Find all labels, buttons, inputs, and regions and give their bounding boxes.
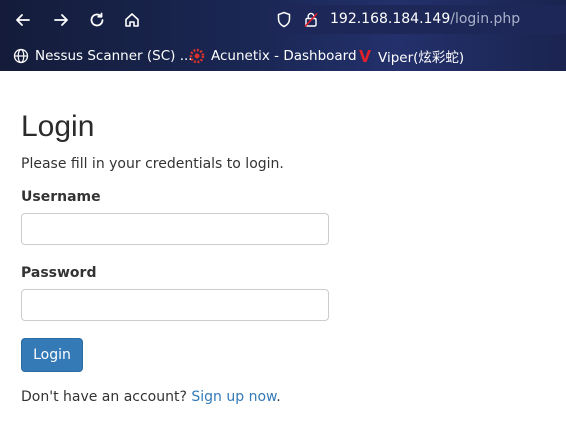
url-text[interactable]: 192.168.184.149/login.php	[330, 11, 520, 27]
bookmarks-bar: Nessus Scanner (SC) ... Acunetix - Dashb…	[0, 42, 566, 68]
home-button[interactable]	[120, 8, 144, 32]
page-title: Login	[21, 110, 95, 143]
signup-prompt: Don't have an account? Sign up now.	[21, 389, 281, 405]
globe-icon	[13, 48, 29, 64]
bookmark-nessus[interactable]: Nessus Scanner (SC) ...	[13, 46, 193, 66]
bookmark-acunetix[interactable]: Acunetix - Dashboard	[189, 46, 357, 66]
viper-icon	[358, 48, 372, 64]
home-icon	[125, 13, 139, 27]
signup-link[interactable]: Sign up now	[191, 389, 276, 405]
shield-icon[interactable]	[276, 11, 292, 28]
reload-icon	[90, 12, 104, 27]
bookmark-label: Viper(炫彩蛇)	[378, 50, 465, 66]
reload-button[interactable]	[85, 8, 109, 32]
password-label: Password	[21, 265, 97, 281]
bookmark-label: Acunetix - Dashboard	[211, 48, 357, 64]
browser-chrome: 192.168.184.149/login.php Nessus Scanner…	[0, 0, 566, 71]
password-input[interactable]	[21, 289, 329, 321]
acunetix-icon	[189, 48, 205, 64]
footer-text: Don't have an account?	[21, 389, 192, 405]
username-label: Username	[21, 189, 101, 205]
url-path: /login.php	[450, 11, 521, 27]
back-button[interactable]	[11, 8, 35, 32]
insecure-lock-icon[interactable]	[303, 11, 319, 28]
bookmark-label: Nessus Scanner (SC) ...	[35, 48, 193, 64]
page-subtitle: Please fill in your credentials to login…	[21, 156, 284, 172]
login-button[interactable]: Login	[21, 338, 83, 372]
arrow-left-icon	[16, 14, 30, 26]
address-bar[interactable]: 192.168.184.149/login.php	[268, 5, 566, 34]
footer-end: .	[276, 389, 281, 405]
url-host: 192.168.184.149	[330, 11, 451, 27]
bookmark-viper[interactable]: Viper(炫彩蛇)	[358, 46, 464, 66]
forward-button[interactable]	[49, 8, 73, 32]
arrow-right-icon	[54, 14, 68, 26]
username-input[interactable]	[21, 213, 329, 245]
